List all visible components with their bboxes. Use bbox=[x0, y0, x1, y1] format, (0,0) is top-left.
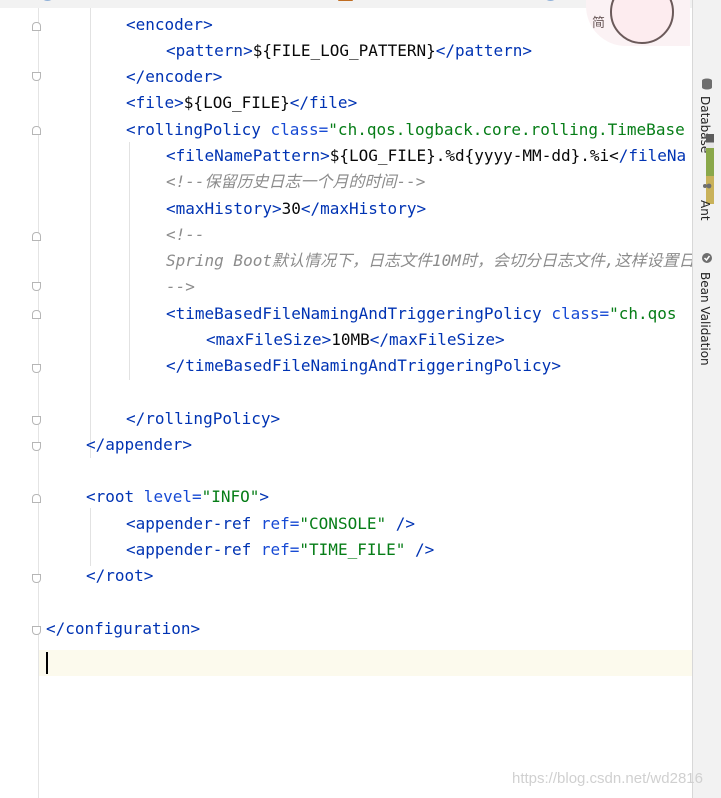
code-line: <!--保留历史日志一个月的时间--> bbox=[166, 172, 426, 191]
database-icon bbox=[702, 78, 712, 90]
code-line: <appender-ref ref="CONSOLE" /> bbox=[126, 514, 416, 533]
bean-validation-icon bbox=[702, 253, 712, 263]
watermark: https://blog.csdn.net/wd2816 bbox=[512, 770, 703, 787]
code-line: </rollingPolicy> bbox=[126, 409, 281, 428]
code-line: <encoder> bbox=[126, 15, 213, 34]
code-line: Spring Boot默认情况下，日志文件10M时，会切分日志文件,这样设置日 bbox=[166, 251, 692, 270]
code-editor[interactable]: <encoder> <pattern>${FILE_LOG_PATTERN}</… bbox=[39, 8, 692, 798]
current-line-highlight bbox=[39, 650, 692, 676]
code-line: <pattern>${FILE_LOG_PATTERN}</pattern> bbox=[166, 41, 533, 60]
indent-guide bbox=[129, 142, 130, 380]
code-line: <appender-ref ref="TIME_FILE" /> bbox=[126, 540, 435, 559]
code-line: <rollingPolicy class="ch.qos.logback.cor… bbox=[126, 120, 685, 139]
code-line: </configuration> bbox=[46, 619, 201, 638]
code-line: <file>${LOG_FILE}</file> bbox=[126, 93, 358, 112]
ant-icon bbox=[703, 183, 712, 189]
indent-guide bbox=[90, 8, 91, 458]
indent-guide bbox=[90, 508, 91, 566]
xml-file-icon bbox=[338, 0, 353, 1]
editor-gutter bbox=[0, 8, 41, 798]
editor-tab[interactable] bbox=[543, 0, 562, 8]
file-icon bbox=[543, 0, 558, 1]
code-line: </root> bbox=[86, 566, 154, 585]
memory-meter bbox=[706, 134, 714, 204]
avatar-face bbox=[610, 0, 674, 44]
code-line: <maxFileSize>10MB</maxFileSize> bbox=[206, 330, 505, 349]
code-line: </timeBasedFileNamingAndTriggeringPolicy… bbox=[166, 356, 561, 375]
right-tool-strip: Database Ant Bean Validation bbox=[692, 0, 721, 798]
text-cursor bbox=[46, 652, 48, 674]
code-line: </encoder> bbox=[126, 67, 223, 86]
file-icon bbox=[40, 0, 55, 1]
code-line: <timeBasedFileNamingAndTriggeringPolicy … bbox=[166, 304, 677, 323]
editor-tab-active[interactable] bbox=[330, 0, 530, 8]
tool-window-bean-validation[interactable]: Bean Validation bbox=[698, 272, 712, 366]
code-line: <fileNamePattern>${LOG_FILE}.%d{yyyy-MM-… bbox=[166, 146, 687, 165]
editor-tab[interactable] bbox=[40, 0, 59, 8]
code-line: </appender> bbox=[86, 435, 192, 454]
tool-window-ant[interactable]: Ant bbox=[698, 200, 712, 221]
code-line: <!-- bbox=[166, 225, 205, 244]
code-line: --> bbox=[166, 277, 195, 296]
code-line: <root level="INFO"> bbox=[86, 487, 270, 506]
code-line: <maxHistory>30</maxHistory> bbox=[166, 199, 427, 218]
